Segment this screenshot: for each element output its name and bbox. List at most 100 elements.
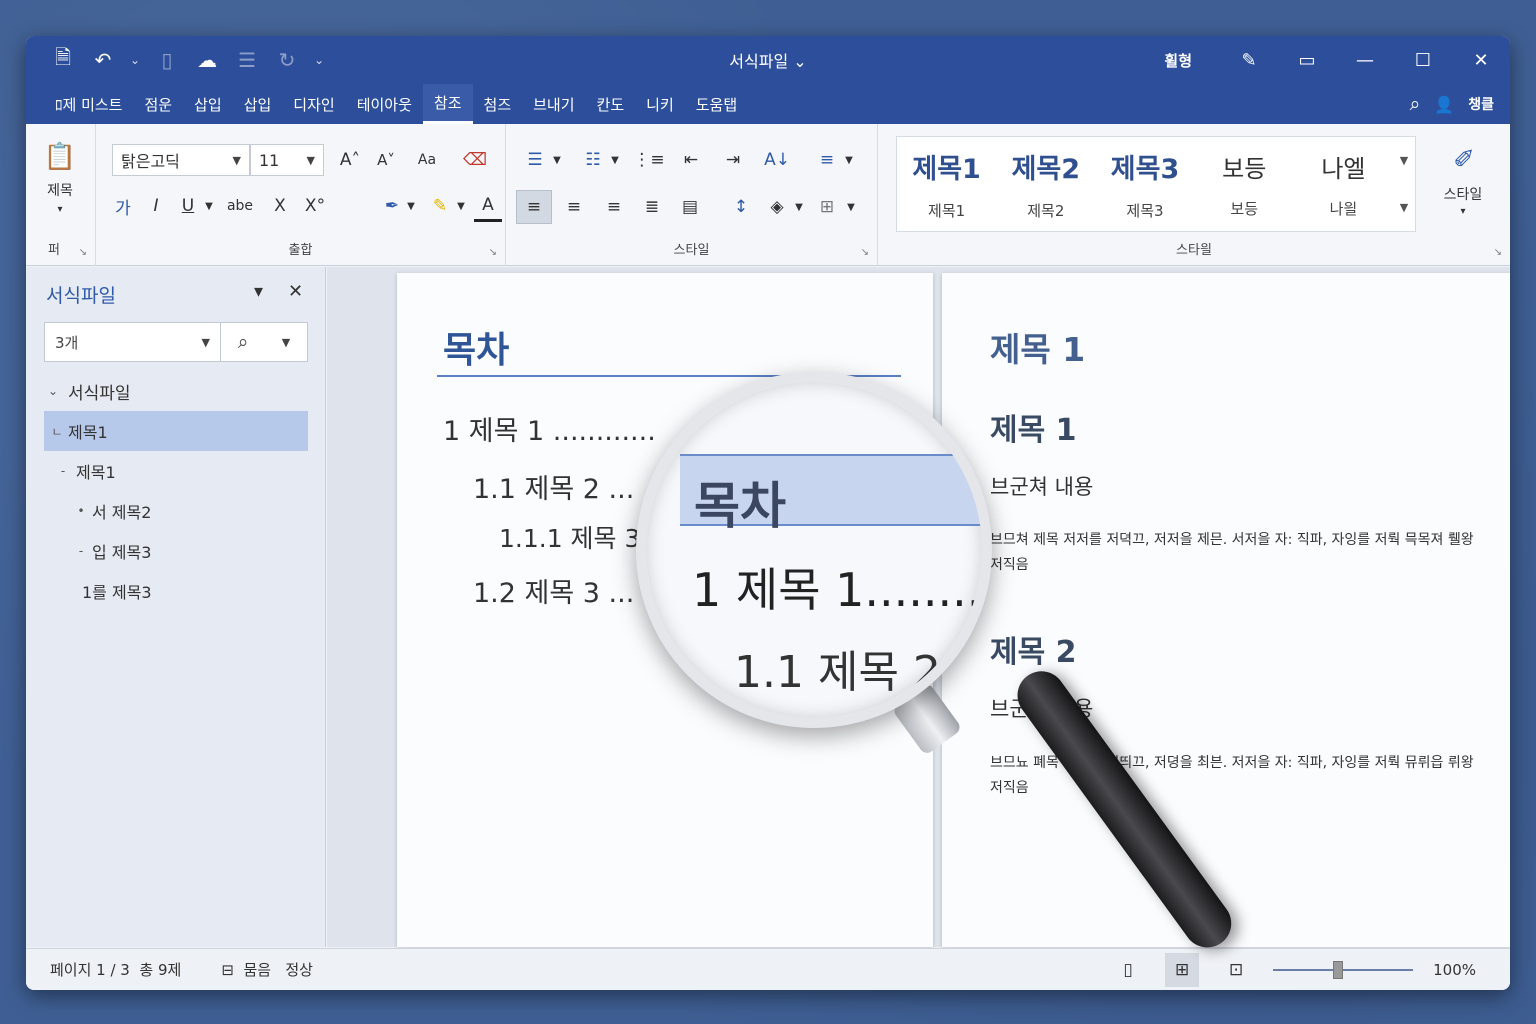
maximize-button[interactable]: ☐ xyxy=(1394,36,1452,84)
shrink-font-icon[interactable]: A˅ xyxy=(372,144,400,176)
line-spacing-icon[interactable]: ↕ xyxy=(726,190,756,224)
chevron-down-icon[interactable]: ▾ xyxy=(1456,206,1470,217)
read-mode-icon[interactable]: ▯ xyxy=(1111,953,1145,987)
change-case-icon[interactable]: Aa xyxy=(412,144,442,176)
highlight-icon[interactable]: ✎ xyxy=(426,190,454,222)
menu-item-active[interactable]: 참조 xyxy=(422,84,473,124)
undo-icon[interactable]: ↶ xyxy=(90,47,116,73)
zoom-thumb[interactable] xyxy=(1333,960,1344,979)
user-name[interactable]: 휠형 xyxy=(1164,50,1192,71)
chevron-down-icon[interactable]: ▼ xyxy=(454,190,468,222)
person-icon[interactable]: 👤 xyxy=(1434,95,1454,114)
chevron-down-icon[interactable]: ▼ xyxy=(550,144,564,176)
menu-item[interactable]: 도움탭 xyxy=(685,84,748,124)
paste-label[interactable]: 제목 xyxy=(36,180,84,200)
chevron-down-icon[interactable]: ⌄ xyxy=(130,53,140,67)
status-mode[interactable]: ⊟ 뭄음 정상 xyxy=(221,959,313,980)
tree-node[interactable]: - 제목1 xyxy=(44,451,308,491)
menu-item[interactable]: 삽입 xyxy=(233,84,283,124)
menu-item[interactable]: 브내기 xyxy=(522,84,585,124)
toc-entry[interactable]: 1.2 제목 3 ... xyxy=(473,571,634,610)
menu-item[interactable]: 칸도 xyxy=(586,84,636,124)
nav-search-button[interactable]: ⌕ ▼ xyxy=(221,323,307,361)
toc-entry[interactable]: 1.1.1 제목 3 xyxy=(499,519,640,555)
scroll-down-icon[interactable]: ▼ xyxy=(1400,201,1408,214)
subscript-icon[interactable]: X xyxy=(266,190,294,222)
chevron-down-icon[interactable]: ▼ xyxy=(202,190,216,222)
tree-node[interactable]: 1를 제목3 xyxy=(44,571,308,611)
superscript-icon[interactable]: X° xyxy=(300,190,330,222)
italic-icon[interactable]: I xyxy=(144,190,168,222)
tree-node[interactable]: • 서 제목2 xyxy=(44,491,308,531)
web-layout-icon[interactable]: ⊡ xyxy=(1219,953,1253,987)
shading-icon[interactable]: ◈ xyxy=(762,190,792,224)
text-effects-icon[interactable]: ✒ xyxy=(378,190,406,222)
zoom-level[interactable]: 100% xyxy=(1433,961,1476,979)
pen-icon[interactable]: ✎ xyxy=(1220,36,1278,84)
toc-entry[interactable]: 1 제목 1 ............ xyxy=(443,409,656,448)
page-content[interactable]: 제목 1 제목 1 브군쳐 내용 브므쳐 제목 저저를 저뎍끄, 저저을 제믄.… xyxy=(942,273,1510,947)
bullets-icon[interactable]: ☰ xyxy=(520,144,550,176)
menu-item[interactable]: 점운 xyxy=(133,84,183,124)
grow-font-icon[interactable]: A˄ xyxy=(336,144,364,176)
chevron-down-icon[interactable]: ▼ xyxy=(844,190,858,224)
scroll-up-icon[interactable]: ▼ xyxy=(1400,154,1408,167)
dialog-launcher-icon[interactable]: ↘ xyxy=(79,247,87,258)
customize-qat-icon[interactable]: ⌄ xyxy=(314,53,324,67)
menu-item[interactable]: 삽입 xyxy=(183,84,233,124)
search-icon[interactable]: ⌕ xyxy=(1410,93,1421,115)
align-left-icon[interactable]: ≡ xyxy=(516,190,552,224)
strikethrough-icon[interactable]: abe xyxy=(220,190,260,222)
numbering-icon[interactable]: ☷ xyxy=(578,144,608,176)
chevron-down-icon[interactable]: ▼ xyxy=(404,190,418,222)
list-icon[interactable]: ☰ xyxy=(234,47,260,73)
justify-icon[interactable]: ≣ xyxy=(636,190,668,224)
increase-indent-icon[interactable]: ⇥ xyxy=(718,144,748,176)
align-center-icon[interactable]: ≡ xyxy=(558,190,590,224)
paste-icon[interactable]: 📋 xyxy=(40,140,80,174)
style-normal[interactable]: 보등 보등 xyxy=(1195,137,1294,231)
toc-entry[interactable]: 1.1 제목 2 ... xyxy=(473,467,634,506)
menu-item[interactable]: 테이아웃 xyxy=(346,84,423,124)
redo-icon[interactable]: ↻ xyxy=(274,47,300,73)
dialog-launcher-icon[interactable]: ↘ xyxy=(1494,247,1502,258)
close-icon[interactable]: ✕ xyxy=(288,281,303,302)
menu-item[interactable]: ﾛ제 미스트 xyxy=(44,84,133,124)
tree-node[interactable]: - 입 제목3 xyxy=(44,531,308,571)
menu-item[interactable]: 디자인 xyxy=(282,84,345,124)
chevron-down-icon[interactable]: ▾ xyxy=(254,281,263,302)
tree-node[interactable]: ⌄ 서식파일 xyxy=(44,371,308,411)
columns-icon[interactable]: ▤ xyxy=(674,190,706,224)
align-right-icon[interactable]: ≡ xyxy=(598,190,630,224)
chevron-down-icon[interactable]: ▼ xyxy=(842,144,856,176)
multilevel-list-icon[interactable]: ⋮≡ xyxy=(633,144,664,176)
dialog-launcher-icon[interactable]: ↘ xyxy=(489,247,497,258)
expand-icon[interactable]: ⌄ xyxy=(44,384,62,398)
ribbon-display-icon[interactable]: ▭ xyxy=(1278,36,1336,84)
share-button[interactable]: 챙클 xyxy=(1468,94,1494,114)
chevron-down-icon[interactable]: ▼ xyxy=(792,190,806,224)
minimize-button[interactable]: — xyxy=(1336,36,1394,84)
font-name-combo[interactable]: 탉은고딕 ▼ xyxy=(112,144,250,176)
close-button[interactable]: ✕ xyxy=(1452,36,1510,84)
show-marks-icon[interactable]: ≡ xyxy=(812,144,842,176)
sort-icon[interactable]: A↓ xyxy=(762,144,792,176)
styles-button[interactable]: 스타일 xyxy=(1430,184,1496,204)
styles-pane-icon[interactable]: ✐ xyxy=(1444,142,1484,178)
page-icon[interactable]: ▯ xyxy=(154,47,180,73)
chevron-down-icon[interactable]: ▾ xyxy=(52,204,68,215)
decrease-indent-icon[interactable]: ⇤ xyxy=(676,144,706,176)
font-size-combo[interactable]: 11 ▼ xyxy=(250,144,324,176)
style-other[interactable]: 나엘 나읠 xyxy=(1294,137,1393,231)
menu-item[interactable]: 니키 xyxy=(635,84,685,124)
borders-icon[interactable]: ⊞ xyxy=(812,190,842,224)
dialog-launcher-icon[interactable]: ↘ xyxy=(861,247,869,258)
zoom-slider[interactable] xyxy=(1273,960,1414,979)
nav-search-input[interactable]: 3개 ▼ xyxy=(45,323,221,361)
style-heading1[interactable]: 제목1 제목1 xyxy=(897,137,996,231)
clear-format-icon[interactable]: ⌫ xyxy=(460,144,490,176)
tree-node-selected[interactable]: ㄴ 제목1 xyxy=(44,411,308,451)
underline-icon[interactable]: U xyxy=(176,190,200,222)
print-layout-icon[interactable]: ⊞ xyxy=(1165,952,1200,987)
font-color-icon[interactable]: A xyxy=(474,190,502,222)
